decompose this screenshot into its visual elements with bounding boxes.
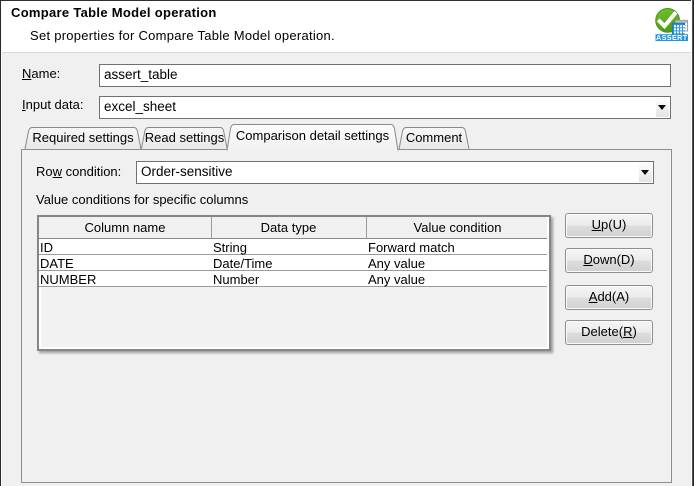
svg-text:ASSERT: ASSERT [656,33,688,42]
